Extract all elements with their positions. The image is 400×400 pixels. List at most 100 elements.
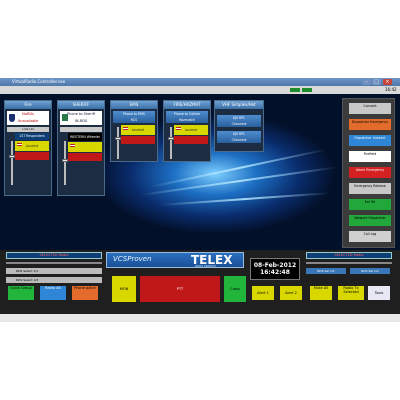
volume-slider[interactable]: [168, 127, 174, 159]
quick-group-button[interactable]: Quick Group: [8, 286, 34, 300]
minimize-button[interactable]: –: [362, 79, 371, 85]
flag-icon: [123, 127, 128, 130]
ext-tel-button[interactable]: Ext Tel: [349, 199, 391, 210]
radio-panel-sheriff[interactable]: SHERIFF Phone to Sheriff IN-RDS WESTERN …: [57, 100, 105, 196]
panel-loudest-button[interactable]: Loudest: [174, 125, 208, 135]
volume-slider[interactable]: [9, 141, 15, 185]
title-bar: VirtualRadio.Controller.exe – □ ×: [0, 78, 400, 86]
channel-line2: Channels: [231, 138, 247, 142]
maximize-button[interactable]: □: [372, 79, 381, 85]
panel-status-box[interactable]: Phone to Colhen Hazmatch: [166, 111, 208, 123]
status-bar: [0, 314, 400, 322]
radio-panel-fire[interactable]: Fire NoRDs Unavailable Link Lbl 1ST Resp…: [4, 100, 52, 196]
clock-date: 08-Feb-2012: [253, 262, 297, 269]
select-row-1[interactable]: RDS Select 1/1: [6, 268, 102, 274]
button-label: Radio Alt: [45, 286, 61, 290]
panel-loudest-button[interactable]: Loudest: [121, 125, 155, 135]
radio-alt-button[interactable]: Radio Alt: [40, 286, 66, 300]
panel-status-line2: RCS: [130, 118, 138, 122]
select-row-2[interactable]: RDS Select 1/2: [6, 277, 102, 283]
flag-icon: [17, 143, 22, 146]
select-label: RDS Sel 1/1: [317, 269, 335, 273]
close-button[interactable]: ×: [383, 79, 392, 85]
selected-radio-label: SELECTED Radio: [39, 253, 69, 257]
volume-slider[interactable]: [62, 141, 68, 185]
tools-button[interactable]: Tools: [368, 286, 390, 300]
panel-link-bar[interactable]: [60, 127, 102, 132]
cross-button[interactable]: Cross: [224, 276, 246, 302]
panel-loudest-button[interactable]: Loudest: [15, 141, 49, 151]
button-label: Dispatcher Incident: [354, 136, 386, 140]
button-label: Connect: [363, 104, 377, 108]
panel-title: EMS: [111, 101, 157, 109]
workspace: Fire NoRDs Unavailable Link Lbl 1ST Resp…: [0, 94, 400, 250]
right-selected-bar[interactable]: SELECTED Radio: [306, 252, 392, 259]
radio-panel-vhf[interactable]: VHF Simplex/Hot AJS RPL Channels AJS RPL…: [214, 100, 264, 152]
panel-status-box[interactable]: NoRDs Unavailable: [7, 111, 49, 125]
button-label: Alarm Emergency: [355, 168, 385, 172]
right-volume-slider[interactable]: [306, 262, 392, 264]
panel-title: VHF Simplex/Hot: [215, 101, 263, 109]
button-label: PTT: [176, 287, 184, 291]
panel-group-label[interactable]: WESTERN Wheeler: [68, 133, 102, 141]
firefield-button[interactable]: Firefield: [349, 151, 391, 162]
channel-button-1[interactable]: AJS RPL Channels: [217, 115, 261, 127]
panel-loudest-label: Loudest: [25, 144, 39, 148]
window-title: VirtualRadio.Controller.exe: [12, 79, 66, 84]
panel-link-bar[interactable]: Link Lbl: [7, 127, 49, 132]
slider-knob[interactable]: [115, 137, 121, 140]
dispatcher-incident-button[interactable]: Dispatcher Incident: [349, 135, 391, 146]
function-panel: Connect Dispatcher Emergency Dispatcher …: [342, 98, 395, 248]
selected-volume-slider[interactable]: [6, 262, 102, 264]
radio-panel-ems[interactable]: EMS Phone to EMS RCS Loudest: [110, 100, 158, 162]
slider-knob[interactable]: [9, 155, 15, 158]
emergency-release-button[interactable]: Emergency Release: [349, 183, 391, 194]
panel-ptt-button[interactable]: [121, 136, 155, 144]
button-label: Dispatcher Emergency: [351, 120, 389, 124]
volume-slider[interactable]: [115, 127, 121, 159]
panel-group-label[interactable]: 1ST Responders: [15, 133, 49, 140]
panel-loudest-button[interactable]: [68, 142, 102, 152]
panel-loudest-label: Loudest: [131, 128, 145, 132]
panel-status-box[interactable]: Phone to EMS RCS: [113, 111, 155, 123]
alert-1-button[interactable]: Alert 1: [252, 286, 274, 300]
radio-panel-hazmat[interactable]: FIRE/HAZMAT Phone to Colhen Hazmatch Lou…: [163, 100, 211, 162]
panel-title: SHERIFF: [58, 101, 104, 109]
button-label: Alert 1: [257, 291, 269, 295]
panel-ptt-button[interactable]: [15, 152, 49, 160]
button-label: MON: [119, 287, 129, 291]
right-select-1[interactable]: RDS Sel 1/1: [306, 268, 346, 274]
phone-patch-button[interactable]: Phone patch: [72, 286, 98, 300]
alarm-emergency-button[interactable]: Alarm Emergency: [349, 167, 391, 178]
mon-button[interactable]: MON: [112, 276, 136, 302]
dispatcher-emergency-button[interactable]: Dispatcher Emergency: [349, 119, 391, 130]
radio-tx-selected-button[interactable]: Radio Tx Selected: [338, 286, 364, 300]
ptt-main-button[interactable]: PTT: [140, 276, 220, 302]
panel-ptt-button[interactable]: [174, 136, 208, 144]
select-label: RDS Select 1/1: [16, 269, 39, 273]
call-log-button[interactable]: Call Log: [349, 231, 391, 242]
panel-status-box[interactable]: Phone to Sheriff IN-RDS: [60, 111, 102, 125]
channel-button-2[interactable]: AJS RPL Channels: [217, 131, 261, 143]
button-label: Cross: [230, 287, 240, 291]
status-indicator-1: [290, 88, 300, 92]
right-select-2[interactable]: RDS Sel 1/2: [350, 268, 390, 274]
slider-knob[interactable]: [168, 137, 174, 140]
clock-time: 16:42:48: [260, 269, 290, 276]
status-indicator-2: [302, 88, 312, 92]
panel-status-line2: Hazmatch: [178, 118, 196, 122]
menu-bar: 16:42: [0, 86, 400, 94]
button-label: Emergency Release: [354, 184, 386, 188]
slider-knob[interactable]: [62, 159, 68, 162]
radio-icon: [62, 114, 68, 121]
mute-all-button[interactable]: Mute All: [310, 286, 332, 300]
flag-icon: [176, 127, 181, 130]
alert-2-button[interactable]: Alert 2: [280, 286, 302, 300]
panel-loudest-label: Loudest: [184, 128, 198, 132]
selected-radio-bar[interactable]: SELECTED Radio: [6, 252, 102, 259]
network-dispatcher-button[interactable]: Network Dispatcher: [349, 215, 391, 226]
brand-sub: RADIO DISPATCH: [195, 265, 216, 268]
panel-ptt-button[interactable]: [68, 153, 102, 161]
button-label: Call Log: [363, 232, 377, 236]
connect-button[interactable]: Connect: [349, 103, 391, 114]
